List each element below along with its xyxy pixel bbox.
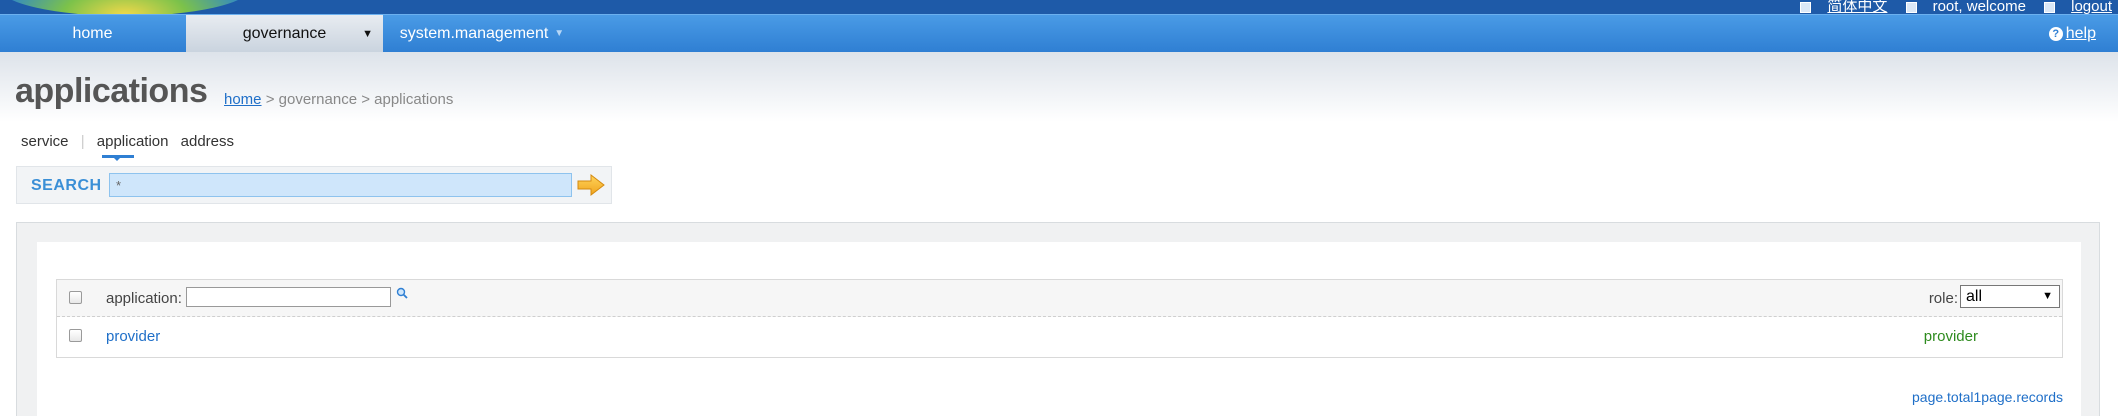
chevron-down-icon: ▼: [554, 28, 565, 39]
content-panel-inner: application: role: all ▼ provider provid…: [37, 242, 2081, 417]
language-icon: [1800, 1, 1812, 13]
top-banner: 简体中文 root, welcome logout: [0, 0, 2118, 14]
nav-governance[interactable]: governance ▼: [186, 15, 383, 53]
table-row: provider provider: [57, 317, 2062, 357]
application-filter-input[interactable]: [186, 287, 391, 307]
main-nav: home governance ▼ system.management ▼ ? he…: [0, 14, 2118, 53]
pagination-info: page.total1page.records: [1912, 389, 2063, 405]
top-links: 简体中文 root, welcome logout: [1786, 0, 2112, 14]
breadcrumb-current: applications: [374, 91, 454, 108]
tab-service[interactable]: service: [21, 133, 69, 150]
logout-link[interactable]: logout: [2044, 0, 2112, 14]
page-title: applications: [15, 72, 208, 110]
search-input[interactable]: [109, 173, 572, 197]
arrow-right-icon: [577, 173, 605, 197]
tab-application[interactable]: application: [97, 133, 169, 150]
subtabs: service | application address: [21, 133, 242, 150]
role-select[interactable]: all ▼: [1960, 285, 2060, 308]
content-panel: application: role: all ▼ provider provid…: [16, 222, 2100, 417]
tab-separator: |: [80, 133, 85, 150]
user-icon: [1905, 1, 1917, 13]
application-role: provider: [1923, 328, 1978, 345]
help-icon: ?: [2048, 27, 2063, 41]
nav-home[interactable]: home: [0, 15, 185, 53]
language-link[interactable]: 简体中文: [1800, 0, 1887, 14]
breadcrumb-home-link[interactable]: home: [224, 91, 262, 108]
header-background: [0, 52, 2118, 122]
chevron-down-icon: ▼: [362, 28, 373, 40]
chevron-down-icon: ▼: [2042, 290, 2053, 302]
search-label: SEARCH: [31, 177, 102, 194]
select-all-checkbox[interactable]: [69, 291, 82, 304]
breadcrumb: home > governance > applications: [224, 91, 454, 108]
search-icon[interactable]: [396, 287, 408, 299]
user-welcome: root, welcome: [1905, 0, 2026, 14]
logout-icon: [2044, 1, 2056, 13]
active-tab-indicator: [102, 155, 134, 161]
tab-address[interactable]: address: [181, 133, 234, 150]
applications-table: application: role: all ▼ provider provid…: [56, 279, 2063, 358]
search-go-button[interactable]: [575, 172, 607, 198]
row-checkbox[interactable]: [69, 329, 82, 342]
help-link[interactable]: ? help: [2048, 15, 2096, 53]
table-header: application: role: all ▼: [57, 280, 2062, 317]
nav-system-management[interactable]: system.management ▼: [384, 15, 580, 53]
application-link[interactable]: provider: [106, 328, 160, 345]
breadcrumb-governance: governance: [278, 91, 358, 108]
logo: [0, 0, 250, 14]
role-filter-label: role:: [1928, 290, 1958, 307]
application-filter-label: application:: [106, 290, 182, 307]
search-bar: SEARCH: [16, 166, 612, 204]
